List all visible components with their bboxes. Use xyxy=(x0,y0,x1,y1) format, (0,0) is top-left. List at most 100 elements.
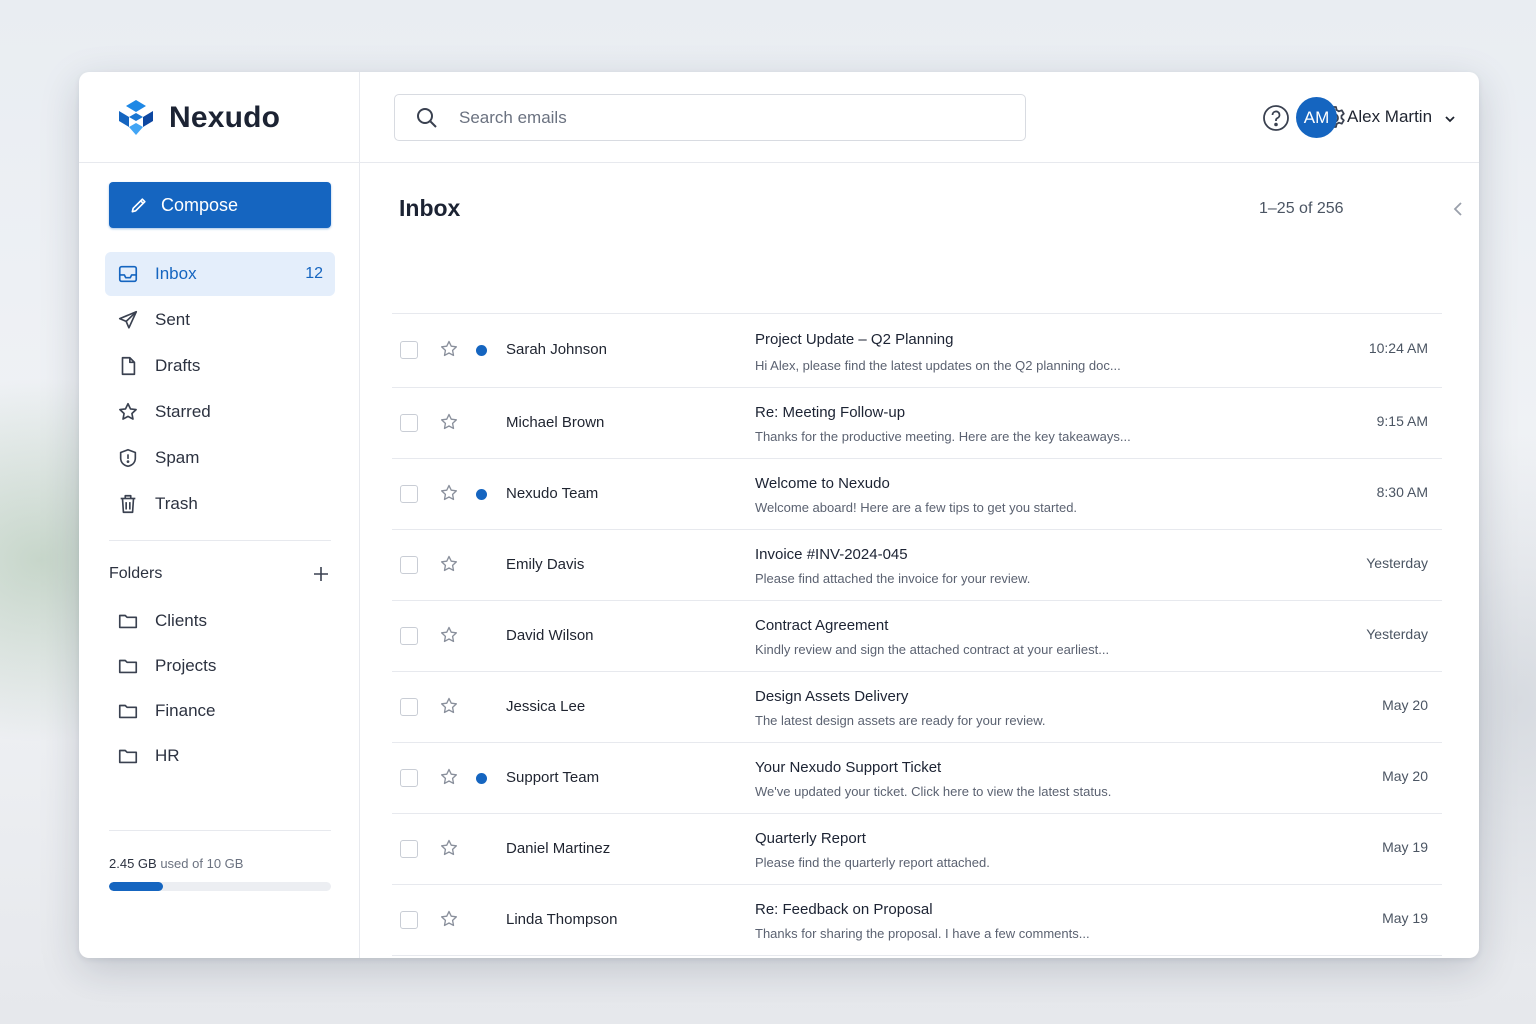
email-row[interactable]: Emily Davis Invoice #INV-2024-045 Please… xyxy=(392,530,1442,601)
search-box[interactable] xyxy=(394,94,1026,141)
select-checkbox[interactable] xyxy=(400,840,418,858)
email-subject: Re: Feedback on Proposal xyxy=(755,901,933,918)
email-subject: Re: Meeting Follow-up xyxy=(755,404,906,421)
select-checkbox[interactable] xyxy=(400,341,418,359)
folder-item-hr[interactable]: HR xyxy=(105,733,335,778)
email-row[interactable]: Nexudo Team Welcome to Nexudo Welcome ab… xyxy=(392,459,1442,530)
avatar[interactable]: AM xyxy=(1296,97,1337,138)
star-icon[interactable] xyxy=(439,696,459,716)
folder-item-projects[interactable]: Projects xyxy=(105,643,335,688)
select-checkbox[interactable] xyxy=(400,485,418,503)
select-checkbox[interactable] xyxy=(400,698,418,716)
select-checkbox[interactable] xyxy=(400,911,418,929)
email-row[interactable]: David Wilson Contract Agreement Kindly r… xyxy=(392,601,1442,672)
unread-count-badge: 12 xyxy=(305,265,323,282)
nav-label: Sent xyxy=(155,310,190,329)
nav-item-inbox[interactable]: Inbox 12 xyxy=(105,252,335,296)
help-icon[interactable] xyxy=(1262,104,1290,132)
nav-item-spam[interactable]: Spam xyxy=(105,436,335,480)
chevron-down-icon[interactable] xyxy=(1443,112,1457,126)
star-icon[interactable] xyxy=(439,554,459,574)
storage-usage-text: 2.45 GB used of 10 GB xyxy=(109,856,243,871)
unread-indicator xyxy=(476,345,487,356)
pencil-icon xyxy=(131,198,146,213)
folder-icon xyxy=(118,704,138,718)
storage-total: used of 10 GB xyxy=(160,856,244,871)
unread-indicator xyxy=(476,489,487,500)
star-icon[interactable] xyxy=(439,625,459,645)
folder-icon xyxy=(118,659,138,673)
nav-label: Inbox xyxy=(155,264,197,283)
folder-label: Projects xyxy=(155,655,217,675)
mail-app-window: Nexudo Compose Inbox 12 Sent Drafts Star… xyxy=(79,72,1479,958)
email-row[interactable]: Jessica Lee Design Assets Delivery The l… xyxy=(392,672,1442,743)
email-sender: Sarah Johnson xyxy=(506,341,607,358)
star-icon[interactable] xyxy=(439,767,459,787)
email-row[interactable]: Sarah Johnson Project Update – Q2 Planni… xyxy=(392,313,1442,388)
star-icon[interactable] xyxy=(439,339,459,359)
email-row[interactable]: Linda Thompson Re: Feedback on Proposal … xyxy=(392,885,1442,956)
email-row[interactable]: Admin Office Company Event – Save the Da… xyxy=(392,956,1442,958)
divider xyxy=(109,830,331,831)
email-row[interactable]: Michael Brown Re: Meeting Follow-up Than… xyxy=(392,388,1442,459)
email-preview: Thanks for sharing the proposal. I have … xyxy=(755,926,1090,941)
folder-icon xyxy=(118,614,138,628)
nav-label: Drafts xyxy=(155,356,201,375)
unread-indicator xyxy=(476,773,487,784)
email-subject: Invoice #INV-2024-045 xyxy=(755,546,908,563)
email-preview: We've updated your ticket. Click here to… xyxy=(755,784,1112,799)
storage-progress-fill xyxy=(109,882,164,891)
email-preview: Welcome aboard! Here are a few tips to g… xyxy=(755,500,1078,515)
nav-item-sent[interactable]: Sent xyxy=(105,298,335,342)
shield-icon xyxy=(119,448,137,468)
email-subject: Your Nexudo Support Ticket xyxy=(755,759,942,776)
brand[interactable]: Nexudo xyxy=(115,96,280,140)
email-preview: Kindly review and sign the attached cont… xyxy=(755,642,1110,657)
nav-item-starred[interactable]: Starred xyxy=(105,390,335,434)
star-icon[interactable] xyxy=(439,838,459,858)
inbox-panel: Inbox 1–25 of 256 Sarah Johnson Project … xyxy=(360,163,1479,958)
star-icon[interactable] xyxy=(439,412,459,432)
compose-button[interactable]: Compose xyxy=(109,182,331,228)
divider xyxy=(79,162,359,163)
select-checkbox[interactable] xyxy=(400,556,418,574)
email-preview: The latest design assets are ready for y… xyxy=(755,713,1046,728)
brand-name: Nexudo xyxy=(169,101,281,134)
nav-item-drafts[interactable]: Drafts xyxy=(105,344,335,388)
send-icon xyxy=(118,310,138,329)
chevron-left-icon[interactable] xyxy=(1448,198,1470,220)
folder-item-clients[interactable]: Clients xyxy=(105,598,335,643)
add-folder-icon[interactable] xyxy=(311,564,331,584)
nav-item-trash[interactable]: Trash xyxy=(105,482,335,526)
folder-item-finance[interactable]: Finance xyxy=(105,688,335,733)
nav-label: Trash xyxy=(155,494,198,513)
user-name[interactable]: Alex Martin xyxy=(1347,107,1432,127)
email-preview: Hi Alex, please find the latest updates … xyxy=(755,358,1121,373)
storage-progress-bar xyxy=(109,882,331,891)
folders-header: Folders xyxy=(109,562,331,586)
email-sender: Michael Brown xyxy=(506,414,605,431)
email-time: Yesterday xyxy=(1366,626,1428,642)
trash-icon xyxy=(120,494,136,514)
folders-heading: Folders xyxy=(109,565,163,582)
email-sender: Daniel Martinez xyxy=(506,840,611,857)
star-icon[interactable] xyxy=(439,909,459,929)
select-checkbox[interactable] xyxy=(400,769,418,787)
email-row[interactable]: Daniel Martinez Quarterly Report Please … xyxy=(392,814,1442,885)
email-sender: Emily Davis xyxy=(506,556,585,573)
search-input[interactable] xyxy=(459,107,999,128)
divider xyxy=(109,540,331,541)
email-sender: David Wilson xyxy=(506,627,594,644)
folder-list: Clients Projects Finance HR xyxy=(105,598,335,778)
email-subject: Welcome to Nexudo xyxy=(755,475,890,492)
email-subject: Project Update – Q2 Planning xyxy=(755,331,954,348)
nav-label: Starred xyxy=(155,402,211,421)
select-checkbox[interactable] xyxy=(400,627,418,645)
page-title: Inbox xyxy=(399,195,461,221)
email-time: May 19 xyxy=(1382,910,1428,926)
star-icon[interactable] xyxy=(439,483,459,503)
star-icon xyxy=(119,402,137,420)
email-sender: Nexudo Team xyxy=(506,485,599,502)
select-checkbox[interactable] xyxy=(400,414,418,432)
email-row[interactable]: Support Team Your Nexudo Support Ticket … xyxy=(392,743,1442,814)
